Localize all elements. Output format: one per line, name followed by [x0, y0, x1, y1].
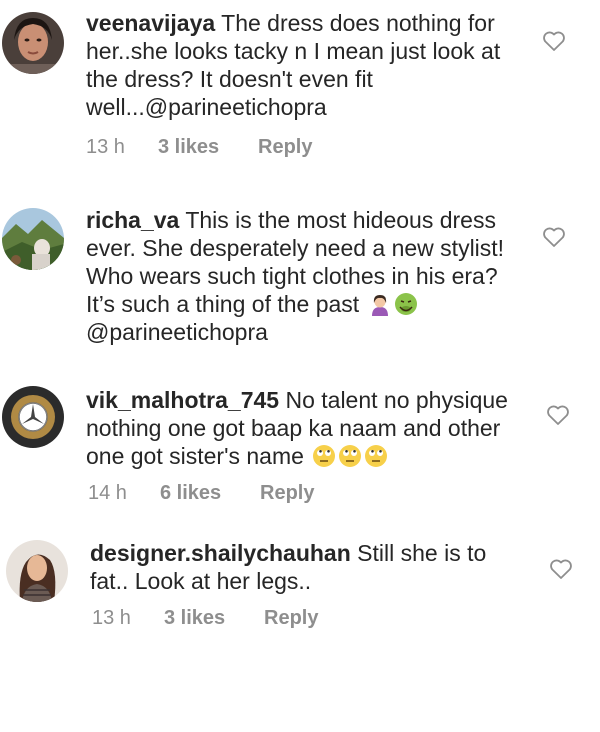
comment-text: richa_va This is the most hideous dress …: [86, 206, 526, 346]
avatar-designer-shailychauhan[interactable]: [6, 540, 68, 602]
comment-time: 13 h: [86, 136, 125, 158]
reply-button[interactable]: Reply: [264, 607, 318, 630]
comment-time: 14 h: [88, 482, 127, 504]
avatar-vik-malhotra-745[interactable]: [2, 386, 64, 448]
eye-roll-emoji: [365, 445, 388, 467]
comment-meta: 13 h 3 likes Reply: [92, 607, 318, 630]
comment-text: vik_malhotra_745 No talent no physique n…: [86, 386, 526, 470]
comment-text: veenavijaya The dress does nothing for h…: [86, 9, 526, 121]
comment-likes[interactable]: 6 likes: [160, 482, 260, 505]
reply-button[interactable]: Reply: [258, 136, 312, 159]
comment-mention[interactable]: @parineetichopra: [86, 319, 268, 345]
comment-meta: 13 h 3 likes Reply: [86, 136, 312, 159]
eye-roll-emoji: [313, 445, 336, 467]
avatar-veenavijaya[interactable]: [2, 12, 64, 74]
comment-username[interactable]: designer.shailychauhan: [90, 540, 351, 566]
reply-button[interactable]: Reply: [260, 482, 314, 505]
comment-time: 13 h: [92, 607, 131, 629]
heart-outline-icon[interactable]: [542, 30, 566, 52]
comment-meta: 14 h 6 likes Reply: [88, 482, 314, 505]
heart-outline-icon[interactable]: [549, 558, 573, 580]
comment-likes[interactable]: 3 likes: [164, 607, 264, 630]
comment-likes[interactable]: 3 likes: [158, 136, 258, 159]
nauseated-face-emoji: [394, 293, 417, 315]
comment-text: designer.shailychauhan Still she is to f…: [90, 539, 530, 595]
heart-outline-icon[interactable]: [546, 404, 570, 426]
heart-outline-icon[interactable]: [542, 226, 566, 248]
avatar-richa-va[interactable]: [2, 208, 64, 270]
comment-username[interactable]: vik_malhotra_745: [86, 387, 279, 413]
woman-tipping-hand-emoji: [371, 295, 388, 316]
comment-username[interactable]: veenavijaya: [86, 10, 215, 36]
comment-username[interactable]: richa_va: [86, 207, 179, 233]
eye-roll-emoji: [339, 445, 362, 467]
